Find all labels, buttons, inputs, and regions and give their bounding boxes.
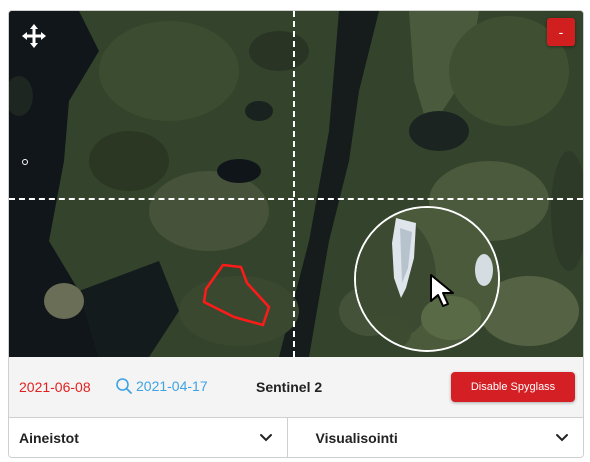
disable-spyglass-button[interactable]: Disable Spyglass (451, 372, 575, 402)
mouse-pointer-icon (429, 273, 459, 314)
visualization-dropdown[interactable]: Visualisointi (286, 418, 584, 457)
dropdown-bar: Aineistot Visualisointi (9, 418, 583, 457)
datasets-dropdown[interactable]: Aineistot (9, 418, 287, 457)
move-cross-icon[interactable] (21, 23, 47, 49)
location-marker (22, 159, 28, 165)
visualization-dropdown-label: Visualisointi (315, 429, 398, 446)
crosshair-horizontal (9, 198, 583, 200)
spyglass-panel: - 2021-06-08 2021-04-17 Sentinel 2 Disab… (8, 10, 584, 458)
chevron-down-icon (259, 433, 272, 441)
area-polygon[interactable] (9, 11, 583, 357)
chevron-down-icon (556, 433, 568, 441)
sensor-label: Sentinel 2 (256, 379, 323, 395)
comparison-date[interactable]: 2021-04-17 (115, 377, 208, 395)
date-toolbar: 2021-06-08 2021-04-17 Sentinel 2 Disable… (9, 357, 583, 418)
search-icon (116, 378, 132, 394)
satellite-map[interactable]: - (9, 11, 583, 357)
collapse-button[interactable]: - (547, 18, 575, 46)
comparison-date-label: 2021-04-17 (136, 378, 208, 394)
crosshair-vertical (293, 11, 295, 357)
datasets-dropdown-label: Aineistot (19, 429, 79, 446)
primary-date[interactable]: 2021-06-08 (19, 379, 91, 395)
